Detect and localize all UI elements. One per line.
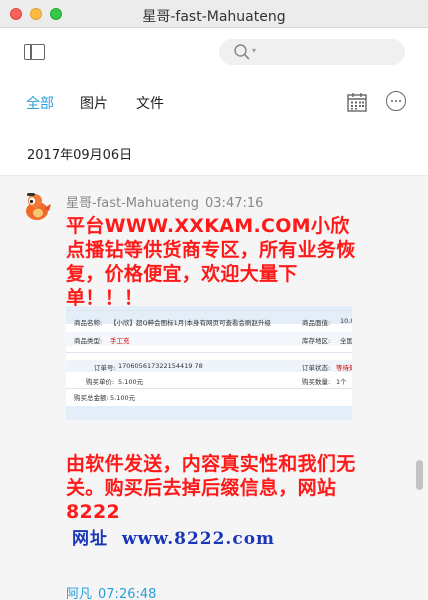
- order-status-value: 等待处: [336, 364, 352, 372]
- region-label: 库存地区:: [302, 337, 331, 345]
- message-time: 03:47:16: [205, 196, 264, 211]
- tab-all[interactable]: 全部: [26, 93, 54, 113]
- message-text-bottom: 由软件发送，内容真实性和我们无关。购买后去掉后缀信息，网站 8222: [66, 453, 356, 523]
- order-screenshot-image[interactable]: 商品名称: 【小欣】超Q粹会图标1月|本身有网页可查看会刷赵升级 商品面值: 1…: [66, 306, 352, 420]
- more-options-icon[interactable]: [386, 91, 406, 111]
- search-input[interactable]: [263, 42, 393, 62]
- scrollbar-track[interactable]: [411, 176, 428, 600]
- window-title: 星哥-fast-Mahuateng: [142, 9, 286, 25]
- next-sender-name[interactable]: 阿凡: [66, 587, 92, 600]
- product-name-value: 【小欣】超Q粹会图标1月|本身有网页可查看会刷赵升级: [110, 319, 271, 327]
- toolbar: ▾: [0, 28, 428, 76]
- product-price-label: 商品面值:: [302, 319, 331, 327]
- total-label: 购买总金额:: [74, 394, 109, 402]
- search-icon: [234, 44, 250, 60]
- calendar-icon[interactable]: [347, 92, 367, 112]
- region-value: 全国: [340, 337, 352, 345]
- date-header: 2017年09月06日: [0, 128, 428, 176]
- tab-files[interactable]: 文件: [136, 93, 164, 113]
- unit-price-value: 5.100元: [118, 378, 144, 386]
- date-label: 2017年09月06日: [27, 148, 133, 163]
- title-bar: 星哥-fast-Mahuateng: [0, 0, 428, 28]
- product-price-value: 10.00: [340, 317, 352, 325]
- avatar[interactable]: [23, 190, 53, 222]
- chevron-down-icon[interactable]: ▾: [252, 46, 256, 55]
- order-no-value: 170605617322154419 78: [118, 362, 203, 370]
- unit-price-label: 购买单价:: [86, 378, 115, 386]
- message-sender: 星哥-fast-Mahuateng 03:47:16: [66, 192, 263, 211]
- quantity-label: 购买数量:: [302, 378, 331, 386]
- total-value: 5.100元: [110, 394, 136, 402]
- site-banner: 网址 www.8222.com: [72, 524, 275, 549]
- next-message-sender: 阿凡 07:26:48: [66, 583, 156, 600]
- order-no-label: 订单号:: [94, 364, 116, 372]
- search-box[interactable]: ▾: [219, 39, 405, 65]
- message-list[interactable]: 星哥-fast-Mahuateng 03:47:16 平台WWW.XXKAM.CO…: [0, 176, 428, 600]
- tab-images[interactable]: 图片: [80, 93, 108, 113]
- sender-name[interactable]: 星哥-fast-Mahuateng: [66, 196, 199, 211]
- message-text-top: 平台WWW.XXKAM.COM小欣点播钻等供货商专区，所有业务恢复，价格便宜，欢…: [66, 215, 356, 309]
- product-type-label: 商品类型:: [74, 337, 103, 345]
- product-type-value: 手工充: [110, 337, 130, 345]
- quantity-value: 1个: [336, 378, 347, 386]
- filter-tabs: 全部 图片 文件: [0, 76, 428, 128]
- site-label: 网址: [72, 529, 108, 549]
- scrollbar-thumb[interactable]: [416, 460, 423, 490]
- site-url[interactable]: www.8222.com: [122, 529, 275, 549]
- sidebar-toggle-icon[interactable]: [24, 44, 45, 60]
- product-name-label: 商品名称:: [74, 319, 103, 327]
- next-message-time: 07:26:48: [98, 587, 157, 600]
- order-status-label: 订单状态:: [302, 364, 331, 372]
